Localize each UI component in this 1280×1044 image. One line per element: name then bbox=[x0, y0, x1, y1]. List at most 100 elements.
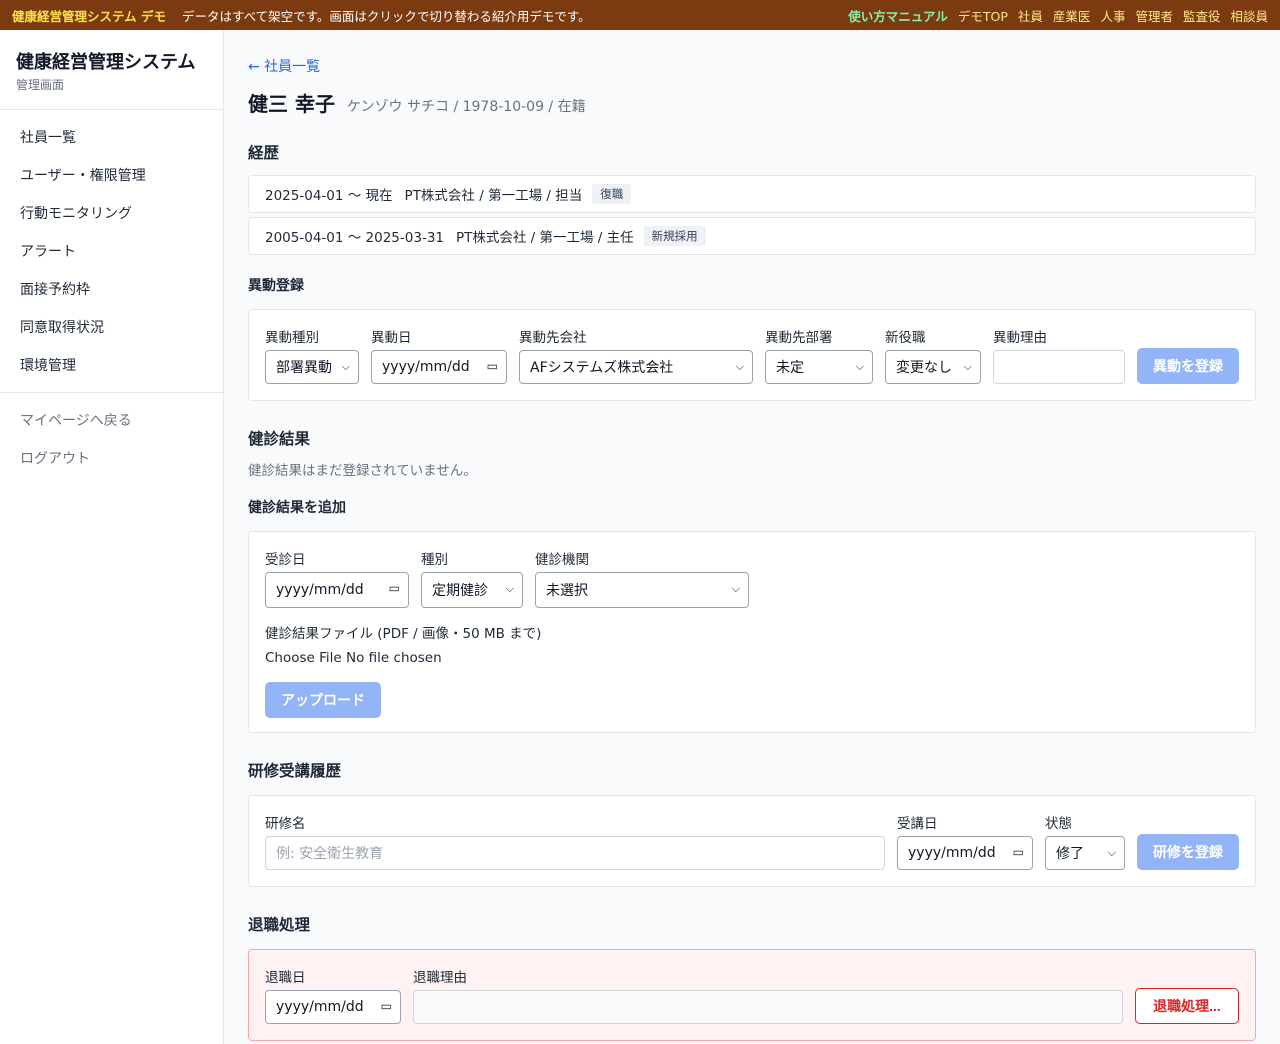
sidebar: 健康経営管理システム 管理画面 社員一覧 ユーザー・権限管理 行動モニタリング … bbox=[0, 30, 224, 1044]
checkup-form: 受診日 yyyy/mm/dd ▭ 種別 定期健診 ⌵ 健診機関 未選択 ⌵ 健診結果フ… bbox=[248, 531, 1256, 733]
history-company: PT株式会社 / 第一工場 / 主任 bbox=[456, 230, 634, 246]
sidebar-footer-nav: マイページへ戻る ログアウト bbox=[0, 393, 223, 485]
training-heading: 研修受講履歴 bbox=[248, 762, 342, 780]
training-name-field: 研修名 例: 安全衛生教育 bbox=[265, 812, 885, 870]
demo-banner: 健康経営管理システム デモ データはすべて架空です。画面はクリックで切り替わる紹… bbox=[0, 0, 1280, 30]
checkup-file-label: 健診結果ファイル (PDF / 画像・50 MB まで) bbox=[265, 626, 542, 642]
history-company: PT株式会社 / 第一工場 / 担当 bbox=[404, 188, 583, 204]
chevron-down-icon: ⌵ bbox=[735, 360, 744, 373]
link-counselor[interactable]: 相談員 bbox=[1230, 6, 1268, 25]
back-to-employees-link[interactable]: ← 社員一覧 bbox=[248, 56, 320, 76]
retire-reason-field: 退職理由 bbox=[413, 966, 1123, 1024]
checkup-empty-message: 健診結果はまだ登録されていません。 bbox=[248, 463, 477, 479]
checkup-file-picker[interactable]: Choose File No file chosen bbox=[265, 650, 1239, 666]
link-manual[interactable]: 使い方マニュアル bbox=[848, 6, 948, 25]
history-badge: 新規採用 bbox=[643, 226, 706, 246]
transfer-heading: 異動登録 bbox=[248, 278, 304, 294]
training-form: 研修名 例: 安全衛生教育 受講日 yyyy/mm/dd ▭ 状態 修了 ⌵ 研修を… bbox=[248, 795, 1256, 887]
retire-reason-input[interactable] bbox=[413, 990, 1123, 1024]
link-occupational-physician[interactable]: 産業医 bbox=[1053, 6, 1091, 25]
checkup-date-label: 受診日 bbox=[265, 552, 306, 568]
transfer-date-label: 異動日 bbox=[371, 330, 412, 346]
retire-reason-label: 退職理由 bbox=[413, 970, 467, 986]
sidebar-item-interview-slots[interactable]: 面接予約枠 bbox=[0, 270, 223, 308]
chevron-down-icon: ⌵ bbox=[855, 360, 864, 373]
checkup-kind-select[interactable]: 定期健診 ⌵ bbox=[421, 572, 523, 608]
checkup-heading: 健診結果 bbox=[248, 430, 311, 448]
sidebar-item-logout[interactable]: ログアウト bbox=[0, 439, 223, 477]
transfer-position-label: 新役職 bbox=[885, 330, 926, 346]
transfer-form: 異動種別 部署異動 ⌵ 異動日 yyyy/mm/dd ▭ 異動先会社 AFシステムズ… bbox=[248, 309, 1256, 401]
link-hr[interactable]: 人事 bbox=[1100, 6, 1125, 25]
retire-date-input[interactable]: yyyy/mm/dd ▭ bbox=[265, 990, 401, 1024]
calendar-icon[interactable]: ▭ bbox=[389, 581, 400, 595]
choose-file-button[interactable]: Choose File bbox=[265, 650, 342, 666]
checkup-org-label: 健診機関 bbox=[535, 552, 589, 568]
register-training-button[interactable]: 研修を登録 bbox=[1137, 834, 1239, 870]
employee-header: 健三 幸子 ケンゾウ サチコ / 1978-10-09 / 在籍 bbox=[248, 88, 1256, 117]
sidebar-item-mypage[interactable]: マイページへ戻る bbox=[0, 401, 223, 439]
training-status-field: 状態 修了 ⌵ bbox=[1045, 812, 1125, 870]
training-name-input[interactable]: 例: 安全衛生教育 bbox=[265, 836, 885, 870]
transfer-type-field: 異動種別 部署異動 ⌵ bbox=[265, 326, 359, 384]
sidebar-item-consent[interactable]: 同意取得状況 bbox=[0, 308, 223, 346]
history-period: 2025-04-01 〜 現在 bbox=[265, 188, 393, 204]
training-date-label: 受講日 bbox=[897, 816, 938, 832]
transfer-position-field: 新役職 変更なし ⌵ bbox=[885, 326, 981, 384]
checkup-add-heading: 健診結果を追加 bbox=[248, 500, 346, 516]
transfer-company-select[interactable]: AFシステムズ株式会社 ⌵ bbox=[519, 350, 753, 384]
checkup-org-select[interactable]: 未選択 ⌵ bbox=[535, 572, 749, 608]
transfer-type-select[interactable]: 部署異動 ⌵ bbox=[265, 350, 359, 384]
checkup-date-input[interactable]: yyyy/mm/dd ▭ bbox=[265, 572, 409, 608]
history-period: 2005-04-01 〜 2025-03-31 bbox=[265, 230, 444, 246]
chevron-down-icon: ⌵ bbox=[505, 582, 514, 595]
transfer-date-field: 異動日 yyyy/mm/dd ▭ bbox=[371, 326, 507, 384]
retire-date-field: 退職日 yyyy/mm/dd ▭ bbox=[265, 966, 401, 1024]
transfer-reason-input[interactable] bbox=[993, 350, 1125, 384]
chevron-down-icon: ⌵ bbox=[963, 360, 972, 373]
app-title: 健康経営管理システム bbox=[16, 52, 196, 73]
transfer-position-select[interactable]: 変更なし ⌵ bbox=[885, 350, 981, 384]
calendar-icon[interactable]: ▭ bbox=[381, 999, 392, 1013]
sidebar-item-monitoring[interactable]: 行動モニタリング bbox=[0, 194, 223, 232]
transfer-dept-select[interactable]: 未定 ⌵ bbox=[765, 350, 873, 384]
upload-button[interactable]: アップロード bbox=[265, 682, 381, 718]
link-auditor[interactable]: 監査役 bbox=[1183, 6, 1221, 25]
history-list: 2025-04-01 〜 現在 PT株式会社 / 第一工場 / 担当 復職 20… bbox=[248, 175, 1256, 255]
checkup-kind-field: 種別 定期健診 ⌵ bbox=[421, 548, 523, 608]
transfer-dept-field: 異動先部署 未定 ⌵ bbox=[765, 326, 873, 384]
calendar-icon[interactable]: ▭ bbox=[487, 359, 498, 373]
sidebar-item-employees[interactable]: 社員一覧 bbox=[0, 118, 223, 156]
transfer-reason-field: 異動理由 bbox=[993, 326, 1125, 384]
register-transfer-button[interactable]: 異動を登録 bbox=[1137, 348, 1239, 384]
demo-brand: 健康経営管理システム デモ bbox=[12, 8, 166, 24]
sidebar-item-environment[interactable]: 環境管理 bbox=[0, 346, 223, 384]
demo-links: 使い方マニュアル デモTOP 社員 産業医 人事 管理者 監査役 相談員 bbox=[848, 6, 1268, 25]
transfer-reason-label: 異動理由 bbox=[993, 330, 1047, 346]
link-employee[interactable]: 社員 bbox=[1018, 6, 1043, 25]
calendar-icon[interactable]: ▭ bbox=[1013, 845, 1024, 859]
transfer-type-label: 異動種別 bbox=[265, 330, 319, 346]
training-status-select[interactable]: 修了 ⌵ bbox=[1045, 836, 1125, 870]
retire-heading: 退職処理 bbox=[248, 916, 311, 934]
transfer-date-input[interactable]: yyyy/mm/dd ▭ bbox=[371, 350, 507, 384]
chevron-down-icon: ⌵ bbox=[731, 582, 740, 595]
sidebar-header: 健康経営管理システム 管理画面 bbox=[0, 30, 223, 110]
training-status-label: 状態 bbox=[1045, 816, 1072, 832]
main-content: ← 社員一覧 健三 幸子 ケンゾウ サチコ / 1978-10-09 / 在籍 … bbox=[224, 30, 1280, 1044]
retire-date-label: 退職日 bbox=[265, 970, 306, 986]
history-heading: 経歴 bbox=[248, 144, 280, 162]
sidebar-item-users[interactable]: ユーザー・権限管理 bbox=[0, 156, 223, 194]
app-subtitle: 管理画面 bbox=[16, 78, 65, 92]
checkup-date-field: 受診日 yyyy/mm/dd ▭ bbox=[265, 548, 409, 608]
file-status: No file chosen bbox=[346, 650, 442, 666]
sidebar-item-alerts[interactable]: アラート bbox=[0, 232, 223, 270]
training-date-field: 受講日 yyyy/mm/dd ▭ bbox=[897, 812, 1033, 870]
link-demo-top[interactable]: デモTOP bbox=[958, 6, 1008, 25]
transfer-company-label: 異動先会社 bbox=[519, 330, 587, 346]
training-name-label: 研修名 bbox=[265, 816, 306, 832]
link-admin[interactable]: 管理者 bbox=[1135, 6, 1173, 25]
retire-button[interactable]: 退職処理... bbox=[1135, 988, 1239, 1024]
training-date-input[interactable]: yyyy/mm/dd ▭ bbox=[897, 836, 1033, 870]
sidebar-nav: 社員一覧 ユーザー・権限管理 行動モニタリング アラート 面接予約枠 同意取得状… bbox=[0, 110, 223, 392]
